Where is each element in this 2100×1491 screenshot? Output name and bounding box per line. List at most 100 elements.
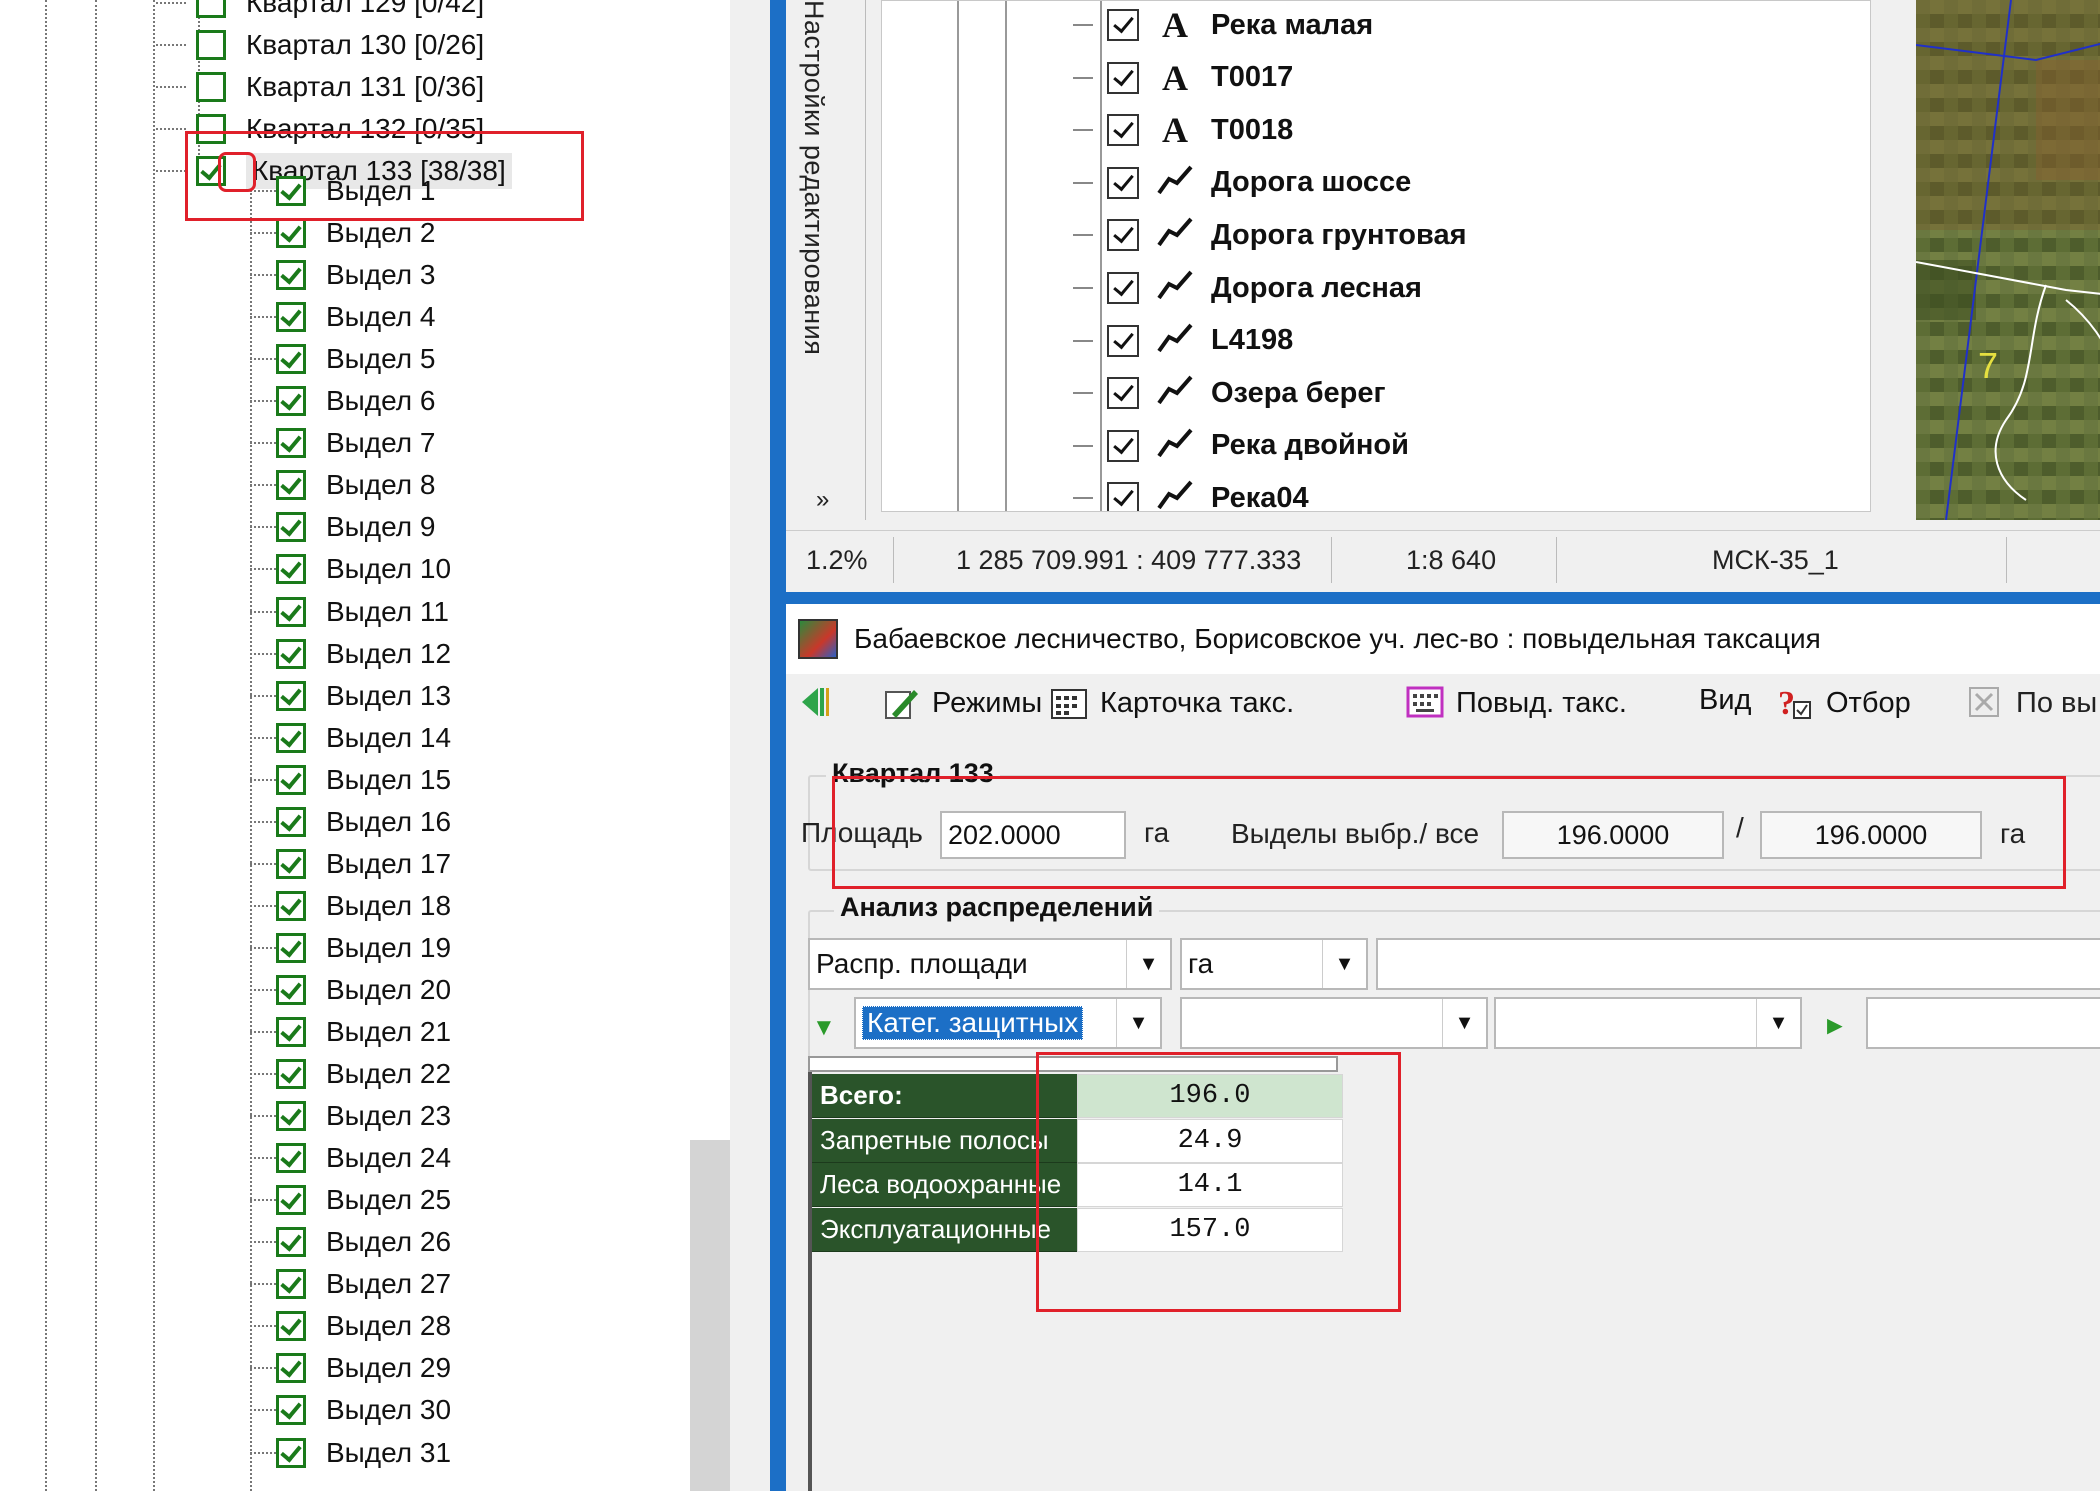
tree-section-item[interactable]: Выдел 15 <box>250 759 451 801</box>
checkbox-checked-icon[interactable] <box>276 890 306 921</box>
checkbox-checked-icon[interactable] <box>1107 114 1139 147</box>
checkbox-checked-icon[interactable] <box>1107 219 1139 252</box>
card-button[interactable]: Карточка такс. <box>1050 684 1294 722</box>
tree-section-item[interactable]: Выдел 5 <box>250 338 435 380</box>
checkbox-checked-icon[interactable] <box>276 260 306 291</box>
dropdown-arrow-icon[interactable]: ▼ <box>1322 940 1366 988</box>
modes-button[interactable]: Режимы <box>882 684 1042 722</box>
run-arrow-icon[interactable]: ► <box>1822 1010 1848 1041</box>
layer-item[interactable]: A T0017 <box>1073 52 1293 104</box>
checkbox-empty-icon[interactable] <box>196 0 226 18</box>
settings-side-tab[interactable]: Настройки редактирования » <box>786 0 866 520</box>
checkbox-checked-icon[interactable] <box>1107 61 1139 94</box>
checkbox-checked-icon[interactable] <box>276 218 306 249</box>
checkbox-checked-icon[interactable] <box>276 638 306 669</box>
checkbox-empty-icon[interactable] <box>196 72 226 102</box>
layer-item[interactable]: Река04 <box>1073 472 1309 511</box>
tree-section-item[interactable]: Выдел 11 <box>250 591 449 633</box>
filter-button[interactable]: ? Отбор <box>1776 684 1911 722</box>
tree-quarter-item[interactable]: Квартал 130 [0/26] <box>156 24 484 66</box>
checkbox-checked-icon[interactable] <box>276 1269 306 1300</box>
tree-quarter-item[interactable]: Квартал 131 [0/36] <box>156 66 484 108</box>
layer-item[interactable]: A T0018 <box>1073 104 1293 156</box>
checkbox-checked-icon[interactable] <box>276 1353 306 1384</box>
dropdown-arrow-icon[interactable]: ▼ <box>1126 940 1170 988</box>
checkbox-checked-icon[interactable] <box>1107 166 1139 199</box>
tree-section-item[interactable]: Выдел 29 <box>250 1347 451 1389</box>
tree-section-item[interactable]: Выдел 21 <box>250 1011 451 1053</box>
tree-section-item[interactable]: Выдел 28 <box>250 1305 451 1347</box>
layer-item[interactable]: Дорога грунтовая <box>1073 209 1467 261</box>
view-button[interactable]: Вид <box>1699 684 1751 717</box>
checkbox-checked-icon[interactable] <box>276 974 306 1005</box>
tree-section-item[interactable]: Выдел 8 <box>250 464 435 506</box>
tree-section-item[interactable]: Выдел 23 <box>250 1095 451 1137</box>
tree-section-item[interactable]: Выдел 14 <box>250 717 451 759</box>
povyd-button[interactable]: Повыд. такс. <box>1406 684 1627 722</box>
checkbox-checked-icon[interactable] <box>276 680 306 711</box>
layer-item[interactable]: Дорога лесная <box>1073 262 1422 314</box>
more-button[interactable]: По вы <box>1966 684 2097 722</box>
dropdown-arrow-icon[interactable]: ▼ <box>1116 999 1160 1047</box>
tree-section-item[interactable]: Выдел 16 <box>250 801 451 843</box>
tree-section-item[interactable]: Выдел 26 <box>250 1221 451 1263</box>
tree-section-item[interactable]: Выдел 24 <box>250 1137 451 1179</box>
checkbox-checked-icon[interactable] <box>276 1437 306 1468</box>
checkbox-empty-icon[interactable] <box>196 30 226 60</box>
checkbox-checked-icon[interactable] <box>276 386 306 417</box>
checkbox-checked-icon[interactable] <box>1107 9 1139 41</box>
tree-section-item[interactable]: Выдел 9 <box>250 506 435 548</box>
dropdown-arrow-icon[interactable]: ▼ <box>1442 999 1486 1047</box>
back-button[interactable] <box>796 684 832 720</box>
layer-item[interactable]: Река двойной <box>1073 420 1409 472</box>
tree-section-item[interactable]: Выдел 31 <box>250 1432 451 1474</box>
tree-section-item[interactable]: Выдел 25 <box>250 1179 451 1221</box>
tree-section-item[interactable]: Выдел 13 <box>250 675 451 717</box>
checkbox-checked-icon[interactable] <box>276 596 306 627</box>
chevron-down-icon[interactable]: » <box>816 486 829 514</box>
checkbox-checked-icon[interactable] <box>276 344 306 375</box>
unit-select[interactable]: га ▼ <box>1180 938 1368 990</box>
distribution-select[interactable]: Распр. площади ▼ <box>808 938 1172 990</box>
checkbox-checked-icon[interactable] <box>276 1311 306 1342</box>
layer-item[interactable]: Озера берег <box>1073 367 1386 419</box>
checkbox-checked-icon[interactable] <box>1107 429 1139 462</box>
checkbox-checked-icon[interactable] <box>276 1227 306 1258</box>
checkbox-checked-icon[interactable] <box>276 512 306 543</box>
checkbox-checked-icon[interactable] <box>276 932 306 963</box>
checkbox-checked-icon[interactable] <box>276 302 306 333</box>
tree-section-item[interactable]: Выдел 18 <box>250 885 451 927</box>
tree-section-item[interactable]: Выдел 20 <box>250 969 451 1011</box>
checkbox-checked-icon[interactable] <box>276 428 306 459</box>
filter-funnel-icon[interactable]: ▼ <box>812 1014 836 1042</box>
map-view[interactable]: 7 <box>1916 0 2100 520</box>
checkbox-checked-icon[interactable] <box>276 470 306 501</box>
tree-section-item[interactable]: Выдел 22 <box>250 1053 451 1095</box>
checkbox-checked-icon[interactable] <box>276 764 306 795</box>
category-select[interactable]: Катег. защитных ▼ <box>854 997 1162 1049</box>
tree-quarter-item[interactable]: Квартал 129 [0/42] <box>156 0 484 24</box>
checkbox-checked-icon[interactable] <box>1107 324 1139 357</box>
tree-section-item[interactable]: Выдел 10 <box>250 548 451 590</box>
checkbox-checked-icon[interactable] <box>276 806 306 837</box>
checkbox-checked-icon[interactable] <box>276 1185 306 1216</box>
checkbox-checked-icon[interactable] <box>276 1059 306 1090</box>
checkbox-checked-icon[interactable] <box>276 1395 306 1426</box>
dropdown-arrow-icon[interactable]: ▼ <box>1756 999 1800 1047</box>
tree-section-item[interactable]: Выдел 19 <box>250 927 451 969</box>
tree-section-item[interactable]: Выдел 7 <box>250 422 435 464</box>
tree-section-item[interactable]: Выдел 3 <box>250 254 435 296</box>
result-field[interactable] <box>1866 997 2100 1049</box>
checkbox-checked-icon[interactable] <box>276 722 306 753</box>
checkbox-checked-icon[interactable] <box>1107 377 1139 410</box>
tree-section-item[interactable]: Выдел 4 <box>250 296 435 338</box>
checkbox-checked-icon[interactable] <box>276 1017 306 1047</box>
checkbox-checked-icon[interactable] <box>276 848 306 879</box>
layer-item[interactable]: Дорога шоссе <box>1073 157 1411 209</box>
tree-scrollbar[interactable] <box>690 1140 730 1491</box>
tree-section-item[interactable]: Выдел 6 <box>250 380 435 422</box>
checkbox-checked-icon[interactable] <box>276 1101 306 1132</box>
tree-section-item[interactable]: Выдел 12 <box>250 633 451 675</box>
checkbox-checked-icon[interactable] <box>1107 272 1139 304</box>
tree-section-item[interactable]: Выдел 17 <box>250 843 451 885</box>
